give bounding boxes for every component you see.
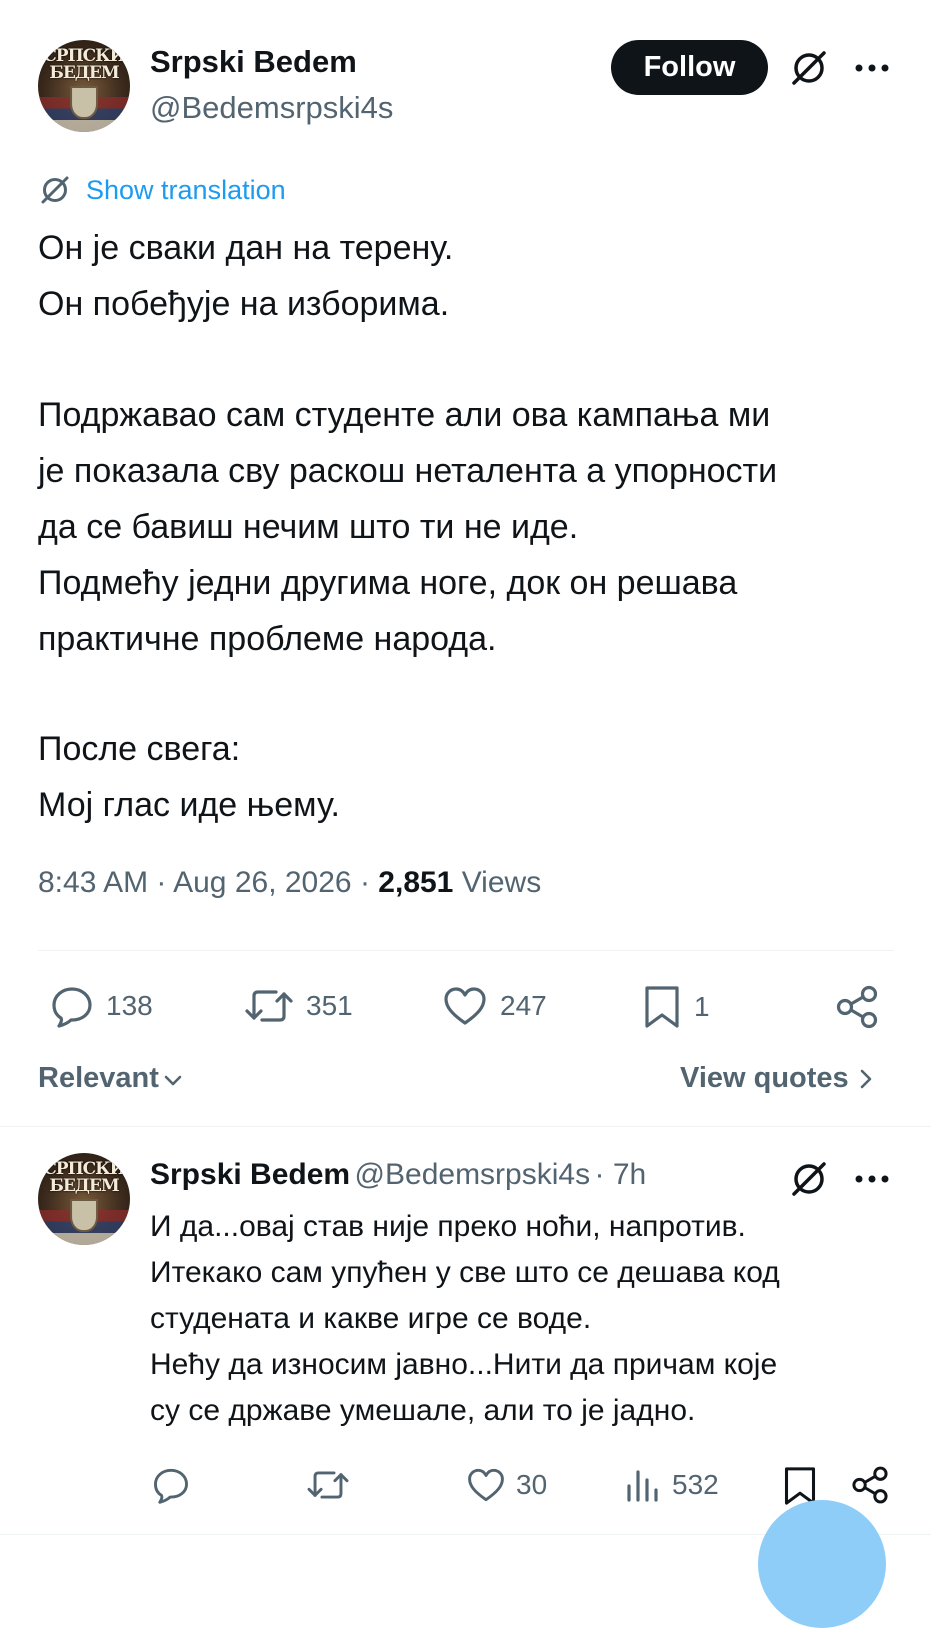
reply-views-count: 532 [672,1469,719,1500]
follow-button[interactable]: Follow [611,40,768,95]
reply-like-count: 30 [516,1469,548,1500]
post-text-line: Подржавао сам студенте али ова кампања м… [38,396,771,434]
chevron-right-icon [855,1066,877,1092]
chevron-down-icon [161,1067,185,1091]
post-text-line: Он побеђује на изборима. [38,285,450,323]
post-text-line: Он је сваки дан на терену. [38,229,454,267]
divider [38,950,894,951]
author-avatar[interactable]: СРПСКИ БЕДЕМ [38,40,130,132]
translate-icon [38,173,72,207]
post-text-line: После свега: [38,730,241,768]
post-text-line: Подмећу једни другима ноге, док он решав… [38,564,738,602]
sort-dropdown[interactable]: Relevant [38,1062,185,1095]
reply-like-button[interactable]: 30 [466,1466,547,1504]
sort-label: Relevant [38,1062,159,1094]
reply-author-avatar[interactable]: СРПСКИ БЕДЕМ [38,1153,130,1245]
reply-share-button[interactable] [850,1465,890,1505]
reply-repost-button[interactable] [306,1466,350,1504]
reply-text-line: Нећу да износим јавно...Нити да причам к… [150,1348,778,1381]
more-icon[interactable] [853,55,891,81]
bookmark-count: 1 [694,991,710,1022]
grok-icon[interactable] [788,47,830,89]
like-count: 247 [500,990,547,1021]
post-text-line: да се бавиш нечим што ти не иде. [38,508,579,546]
bookmark-button[interactable]: 1 [642,984,710,1030]
repost-icon [306,1466,350,1504]
view-quotes-link[interactable]: View quotes [680,1062,877,1095]
view-quotes-label: View quotes [680,1062,849,1094]
repost-icon [244,984,294,1028]
like-button[interactable]: 247 [442,984,547,1028]
views-count: 2,851 [378,866,454,899]
post-text-line: практичне проблеме народа. [38,620,497,658]
share-icon [850,1465,890,1505]
post-text-line: Мој глас иде њему. [38,786,340,824]
reply-count: 138 [106,990,153,1021]
avatar-shield [70,1199,98,1233]
reply-button[interactable]: 138 [50,984,153,1028]
reply-author-name[interactable]: Srpski Bedem [150,1158,350,1191]
share-button[interactable] [834,984,880,1030]
repost-button[interactable]: 351 [244,984,353,1028]
reply-author-handle[interactable]: @Bedemsrpski4s [355,1158,591,1191]
repost-count: 351 [306,990,353,1021]
compose-fab[interactable] [758,1500,886,1628]
more-icon[interactable] [853,1166,891,1192]
meta-separator: · [359,866,370,899]
reply-text-line: су се државе умешале, али то је јадно. [150,1394,696,1427]
avatar-text-line2: БЕДЕМ [49,1176,119,1196]
reply-icon [50,984,94,1028]
grok-icon[interactable] [788,1158,830,1200]
author-name[interactable]: Srpski Bedem [150,44,357,80]
post-time[interactable]: 8:43 AM [38,866,148,899]
reply-header: Srpski Bedem @Bedemsrpski4s · 7h [150,1158,646,1192]
section-divider [0,1126,931,1127]
post-meta: 8:43 AM · Aug 26, 2026 · 2,851 Views [38,866,541,900]
show-translation-label: Show translation [86,174,286,205]
reply-views-button[interactable]: 532 [624,1466,719,1504]
reply-icon [152,1466,190,1504]
show-translation-link[interactable]: Show translation [38,170,286,210]
share-icon [834,984,880,1030]
post-text-line: је показала сву раскош неталента а упорн… [38,452,778,490]
reply-text-line: И да...овај став није преко ноћи, напрот… [150,1210,746,1243]
like-icon [466,1466,506,1504]
author-handle[interactable]: @Bedemsrpski4s [150,90,393,126]
meta-separator: · [156,866,167,899]
bookmark-icon [642,984,682,1030]
avatar-shield [70,86,98,120]
views-label: Views [461,866,542,899]
reply-text-line: Итекако сам упућен у све што се дешава к… [150,1256,780,1289]
reply-text-line: студената и какве игре се воде. [150,1302,592,1335]
like-icon [442,984,488,1028]
avatar-text-line2: БЕДЕМ [49,63,119,83]
reply-reply-button[interactable] [152,1466,190,1504]
post-date[interactable]: Aug 26, 2026 [173,866,352,899]
views-icon [624,1466,660,1504]
reply-time[interactable]: · 7h [595,1158,647,1191]
